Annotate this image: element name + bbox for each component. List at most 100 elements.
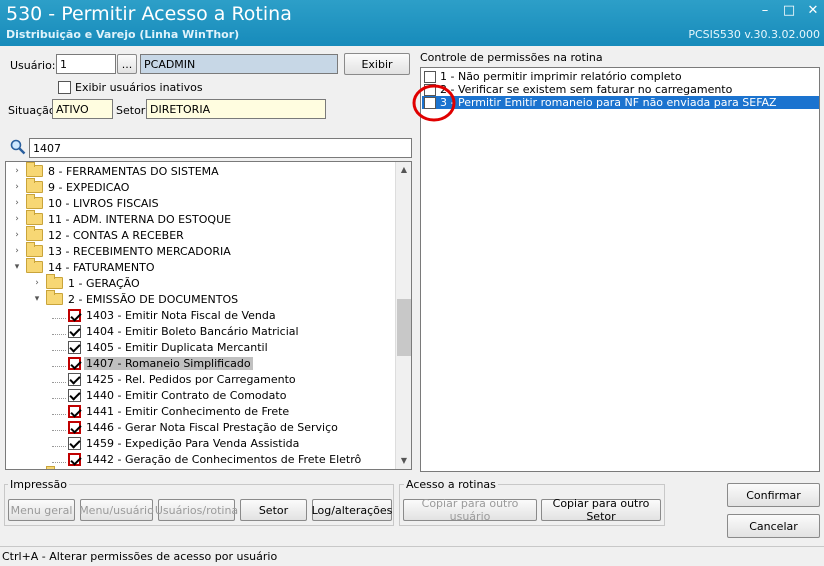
- routine-checkbox[interactable]: [68, 404, 81, 418]
- scroll-thumb[interactable]: [397, 299, 411, 356]
- routine-checkbox[interactable]: [68, 452, 81, 466]
- folder-icon: [26, 178, 43, 193]
- expand-icon[interactable]: ›: [12, 166, 22, 176]
- tree-routine-row[interactable]: 1405 - Emitir Duplicata Mercantil: [52, 339, 270, 355]
- usuario-input[interactable]: 1: [56, 54, 116, 74]
- browse-user-button[interactable]: ...: [117, 54, 137, 74]
- tree-item-label: 1405 - Emitir Duplicata Mercantil: [86, 340, 268, 354]
- routine-checkbox[interactable]: [68, 420, 81, 434]
- tree-folder-row[interactable]: › 9 - EXPEDICAO: [12, 178, 131, 195]
- tree-item-label: 8 - FERRAMENTAS DO SISTEMA: [48, 164, 219, 178]
- folder-icon: [26, 242, 43, 257]
- tree-routine-row[interactable]: 1440 - Emitir Contrato de Comodato: [52, 387, 288, 403]
- title-bar: 530 - Permitir Acesso a Rotina Distribui…: [0, 0, 824, 46]
- maximize-icon[interactable]: □: [782, 4, 796, 18]
- tree-item-label: 1442 - Geração de Conhecimentos de Frete…: [86, 452, 362, 466]
- close-icon[interactable]: ✕: [806, 4, 820, 18]
- tree-scrollbar[interactable]: ▲ ▼: [395, 162, 411, 469]
- tree-routine-row[interactable]: 1459 - Expedição Para Venda Assistida: [52, 435, 301, 451]
- tree-item-label: 13 - RECEBIMENTO MERCADORIA: [48, 244, 231, 258]
- confirmar-button[interactable]: Confirmar: [727, 483, 820, 507]
- folder-icon: [46, 290, 63, 305]
- tree-item-label: 1403 - Emitir Nota Fiscal de Venda: [86, 308, 276, 322]
- tree-folder-row[interactable]: › 1 - GERAÇÃO: [32, 274, 142, 291]
- tree-item-label: 1407 - Romaneio Simplificado: [84, 356, 253, 370]
- exibir-button[interactable]: Exibir: [344, 53, 410, 75]
- copiar-setor-button[interactable]: Copiar para outro Setor: [541, 497, 661, 523]
- acesso-title: Acesso a rotinas: [404, 478, 498, 491]
- expand-icon[interactable]: ›: [12, 198, 22, 208]
- tree-folder-row[interactable]: ›3 - RELATÓRIOS: [32, 466, 158, 470]
- tree-connector: [52, 359, 66, 367]
- permission-label: 3 - Permitir Emitir romaneio para NF não…: [440, 96, 777, 109]
- tree-connector: [52, 343, 66, 351]
- status-bar: Ctrl+A - Alterar permissões de acesso po…: [0, 546, 824, 566]
- collapse-icon[interactable]: ▾: [32, 294, 42, 304]
- scroll-down-icon[interactable]: ▼: [396, 453, 411, 469]
- scroll-up-icon[interactable]: ▲: [396, 162, 411, 178]
- tree-routine-row[interactable]: 1442 - Geração de Conhecimentos de Frete…: [52, 451, 363, 467]
- setor-button[interactable]: Setor: [240, 499, 307, 521]
- tree-item-label: 1446 - Gerar Nota Fiscal Prestação de Se…: [86, 420, 338, 434]
- permission-item[interactable]: 2 - Verificar se existem sem faturar no …: [422, 83, 819, 96]
- permission-item[interactable]: 3 - Permitir Emitir romaneio para NF não…: [422, 96, 819, 109]
- menu-geral-button[interactable]: Menu geral: [8, 499, 75, 521]
- tree-connector: [52, 391, 66, 399]
- permission-checkbox[interactable]: [424, 70, 436, 83]
- folder-icon: [26, 210, 43, 225]
- routine-checkbox[interactable]: [68, 372, 81, 386]
- cancelar-button[interactable]: Cancelar: [727, 514, 820, 538]
- routine-checkbox[interactable]: [68, 436, 81, 450]
- tree-item-label: 1459 - Expedição Para Venda Assistida: [86, 436, 300, 450]
- tree-connector: [52, 423, 66, 431]
- routine-checkbox[interactable]: [68, 308, 81, 322]
- usuarios-rotina-button[interactable]: Usuários/rotina: [155, 499, 238, 521]
- menu-usuario-button[interactable]: Menu/usuário: [79, 499, 154, 521]
- minimize-icon[interactable]: –: [758, 4, 772, 18]
- exibir-inativos-checkbox[interactable]: [58, 81, 71, 94]
- setor-field: DIRETORIA: [146, 99, 326, 119]
- tree-item-label: 3 - RELATÓRIOS: [66, 469, 158, 470]
- routine-checkbox[interactable]: [68, 324, 81, 338]
- tree-folder-row[interactable]: ▾ 14 - FATURAMENTO: [12, 258, 157, 275]
- tree-item-label: 1 - GERAÇÃO: [68, 276, 140, 290]
- tree-routine-row[interactable]: 1403 - Emitir Nota Fiscal de Venda: [52, 307, 278, 323]
- log-alteracoes-button[interactable]: Log/alterações: [312, 499, 392, 521]
- tree-connector: [52, 327, 66, 335]
- expand-icon[interactable]: ›: [12, 214, 22, 224]
- tree-folder-row[interactable]: › 12 - CONTAS A RECEBER: [12, 226, 186, 243]
- routine-checkbox[interactable]: [68, 340, 81, 354]
- exibir-inativos-option[interactable]: Exibir usuários inativos: [58, 81, 203, 94]
- search-icon: [10, 139, 26, 155]
- tree-item-label: 14 - FATURAMENTO: [48, 260, 155, 274]
- tree-folder-row[interactable]: › 13 - RECEBIMENTO MERCADORIA: [12, 242, 233, 259]
- expand-icon[interactable]: ›: [12, 230, 22, 240]
- routine-checkbox[interactable]: [68, 356, 81, 370]
- version-label: PCSIS530 v.30.3.02.000: [688, 28, 820, 41]
- permissions-list[interactable]: 1 - Não permitir imprimir relatório comp…: [420, 67, 820, 472]
- tree-routine-row[interactable]: 1404 - Emitir Boleto Bancário Matricial: [52, 323, 301, 339]
- tree-folder-row[interactable]: ▾ 2 - EMISSÃO DE DOCUMENTOS: [32, 290, 240, 307]
- expand-icon[interactable]: ›: [12, 182, 22, 192]
- collapse-icon[interactable]: ▾: [12, 262, 22, 272]
- tree-routine-row[interactable]: 1441 - Emitir Conhecimento de Frete: [52, 403, 291, 419]
- routine-tree[interactable]: › 8 - FERRAMENTAS DO SISTEMA › 9 - EXPEDICA…: [5, 161, 412, 470]
- tree-item-label: 1404 - Emitir Boleto Bancário Matricial: [86, 324, 299, 338]
- tree-folder-row[interactable]: › 11 - ADM. INTERNA DO ESTOQUE: [12, 210, 233, 227]
- tree-item-label: 11 - ADM. INTERNA DO ESTOQUE: [48, 212, 232, 226]
- routine-checkbox[interactable]: [68, 388, 81, 402]
- folder-icon: [26, 162, 43, 177]
- tree-routine-row[interactable]: 1407 - Romaneio Simplificado: [52, 355, 253, 371]
- tree-folder-row[interactable]: › 10 - LIVROS FISCAIS: [12, 194, 161, 211]
- permission-item[interactable]: 1 - Não permitir imprimir relatório comp…: [422, 70, 819, 83]
- search-input[interactable]: 1407: [29, 138, 412, 158]
- tree-routine-row[interactable]: 1425 - Rel. Pedidos por Carregamento: [52, 371, 298, 387]
- tree-folder-row[interactable]: › 8 - FERRAMENTAS DO SISTEMA: [12, 162, 221, 179]
- tree-routine-row[interactable]: 1446 - Gerar Nota Fiscal Prestação de Se…: [52, 419, 340, 435]
- expand-icon[interactable]: ›: [12, 246, 22, 256]
- tree-connector: [52, 407, 66, 415]
- copiar-usuario-button[interactable]: Copiar para outro usuário: [403, 497, 537, 523]
- expand-icon[interactable]: ›: [32, 278, 42, 288]
- window-controls: – □ ✕: [758, 4, 820, 18]
- tree-connector: [52, 455, 66, 463]
